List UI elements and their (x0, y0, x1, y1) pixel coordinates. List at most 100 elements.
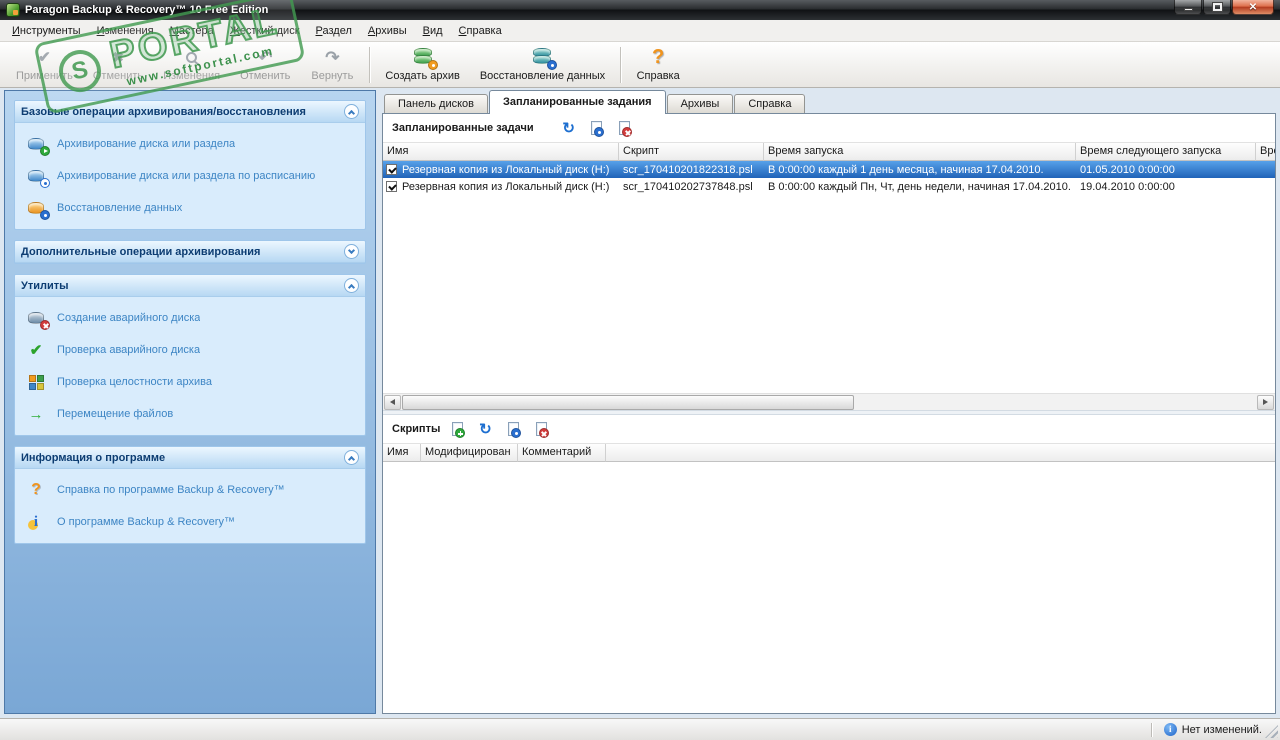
menu-partition[interactable]: Раздел (308, 22, 360, 40)
menu-help[interactable]: Справка (451, 22, 510, 40)
scrollbar-thumb[interactable] (402, 394, 854, 410)
column-header-last-run[interactable]: Врем (1256, 143, 1275, 161)
toolbar-separator (620, 46, 622, 83)
sidebar-item-archive-disk[interactable]: Архивирование диска или раздела (15, 128, 365, 160)
sidebar-item-check-rescue-disk[interactable]: ✔ Проверка аварийного диска (15, 334, 365, 366)
sidebar-item-program-help[interactable]: ? Справка по программе Backup & Recovery… (15, 474, 365, 506)
task-checkbox[interactable] (386, 164, 397, 175)
column-header-next-run[interactable]: Время следующего запуска (1076, 143, 1256, 161)
add-script-button[interactable] (446, 419, 468, 439)
archive-integrity-icon (25, 373, 47, 391)
toolbar-separator (369, 46, 371, 83)
scroll-left-button[interactable] (384, 394, 401, 410)
edit-task-button[interactable] (586, 118, 608, 138)
section-header-program-info[interactable]: Информация о программе (15, 447, 365, 469)
menu-archives[interactable]: Архивы (360, 22, 415, 40)
refresh-tasks-button[interactable]: ↻ (558, 118, 580, 138)
apply-button[interactable]: ✔ Применить (6, 44, 83, 86)
section-header-basic-operations[interactable]: Базовые операции архивирования/восстанов… (15, 101, 365, 123)
task-next-run: 19.04.2010 0:00:00 (1080, 180, 1175, 193)
sidebar-item-create-rescue-disk[interactable]: Создание аварийного диска (15, 302, 365, 334)
tab-disk-panel[interactable]: Панель дисков (384, 94, 489, 114)
task-row[interactable]: Резервная копия из Локальный диск (H:) s… (383, 161, 1275, 178)
sidebar-item-restore-data[interactable]: Восстановление данных (15, 192, 365, 224)
column-header-modified[interactable]: Модифицирован (421, 444, 518, 462)
redo-icon: ↷ (325, 47, 340, 67)
column-header-name[interactable]: Имя (383, 143, 619, 161)
help-button[interactable]: ? Справка (626, 44, 690, 86)
sidebar-item-file-transfer[interactable]: → Перемещение файлов (15, 398, 365, 430)
column-header-name[interactable]: Имя (383, 444, 421, 462)
scripts-pane: Скрипты ↻ Имя Модифицирован Комментарий (383, 415, 1275, 713)
discard-label: Отменить (92, 70, 144, 82)
resize-grip[interactable] (1265, 725, 1278, 738)
column-header-comment[interactable]: Комментарий (518, 444, 606, 462)
section-title: Утилиты (21, 279, 69, 292)
app-icon (6, 3, 20, 17)
minimize-button[interactable] (1174, 0, 1202, 15)
task-start-time: В 0:00:00 каждый Пн, Чт, день недели, на… (768, 180, 1071, 193)
chevron-down-icon (347, 246, 356, 255)
section-body: ? Справка по программе Backup & Recovery… (15, 469, 365, 543)
changes-button[interactable]: Изменения (153, 44, 230, 86)
menu-hard-disk[interactable]: Жесткий диск (222, 22, 308, 40)
sidebar-item-label: О программе Backup & Recovery™ (57, 516, 235, 528)
sidebar-item-label: Проверка аварийного диска (57, 344, 201, 356)
edit-task-icon (591, 121, 605, 137)
create-archive-button[interactable]: Создать архив (375, 44, 469, 86)
sidebar-item-about-program[interactable]: i О программе Backup & Recovery™ (15, 506, 365, 538)
apply-icon: ✔ (38, 48, 51, 66)
sidebar-item-label: Архивирование диска или раздела по распи… (57, 170, 316, 182)
delete-script-button[interactable] (530, 419, 552, 439)
collapse-button[interactable] (344, 104, 359, 119)
collapse-button[interactable] (344, 278, 359, 293)
task-row[interactable]: Резервная копия из Локальный диск (H:) s… (383, 178, 1275, 195)
close-icon: ✕ (1248, 1, 1258, 13)
refresh-scripts-button[interactable]: ↻ (474, 419, 496, 439)
section-header-additional-operations[interactable]: Дополнительные операции архивирования (15, 241, 365, 263)
delete-task-icon (619, 121, 633, 137)
restore-data-button[interactable]: Восстановление данных (470, 44, 615, 86)
content-panel: Запланированные задачи ↻ Имя Скрипт Врем… (382, 113, 1276, 714)
tab-help[interactable]: Справка (734, 94, 806, 114)
scroll-right-button[interactable] (1257, 394, 1274, 410)
undo-label: Отменить (240, 70, 291, 82)
create-archive-icon (411, 47, 438, 70)
column-header-script[interactable]: Скрипт (619, 143, 764, 161)
sidebar-item-label: Создание аварийного диска (57, 312, 201, 324)
edit-script-icon (507, 422, 521, 438)
help-label: Справка (636, 70, 680, 82)
discard-button[interactable]: ✖ Отменить (83, 44, 153, 86)
status-message-area: i Нет изменений. (1150, 722, 1262, 737)
task-next-run: 01.05.2010 0:00:00 (1080, 163, 1175, 176)
collapse-button[interactable] (344, 450, 359, 465)
close-button[interactable]: ✕ (1232, 0, 1274, 15)
menu-wizards[interactable]: Мастера (162, 22, 222, 40)
task-start-time: В 0:00:00 каждый 1 день месяца, начиная … (768, 163, 1044, 176)
check-disk-icon: ✔ (29, 341, 43, 359)
sidebar-item-label: Проверка целостности архива (57, 376, 212, 388)
tab-scheduled-tasks[interactable]: Запланированные задания (489, 90, 666, 114)
task-checkbox[interactable] (386, 181, 397, 192)
sidebar-item-check-archive-integrity[interactable]: Проверка целостности архива (15, 366, 365, 398)
create-archive-label: Создать архив (385, 70, 460, 82)
task-name-cell: Резервная копия из Локальный диск (H:) (383, 181, 619, 193)
tasks-title: Запланированные задачи (392, 122, 534, 134)
section-program-info: Информация о программе ? Справка по прог… (14, 446, 366, 544)
rescue-disk-icon (25, 309, 50, 330)
section-header-utilities[interactable]: Утилиты (15, 275, 365, 297)
tab-archives[interactable]: Архивы (666, 94, 734, 114)
menu-tools[interactable]: Инструменты (4, 22, 89, 40)
expand-button[interactable] (344, 244, 359, 259)
delete-task-button[interactable] (614, 118, 636, 138)
edit-script-button[interactable] (502, 419, 524, 439)
maximize-button[interactable] (1203, 0, 1231, 15)
redo-button[interactable]: ↷ Вернуть (300, 44, 364, 86)
section-additional-operations: Дополнительные операции архивирования (14, 240, 366, 264)
undo-button[interactable]: ↶ Отменить (230, 44, 300, 86)
discard-icon: ✖ (112, 49, 124, 65)
menu-view[interactable]: Вид (415, 22, 451, 40)
sidebar-item-archive-scheduled[interactable]: Архивирование диска или раздела по распи… (15, 160, 365, 192)
menu-changes[interactable]: Изменения (89, 22, 162, 40)
column-header-start-time[interactable]: Время запуска (764, 143, 1076, 161)
